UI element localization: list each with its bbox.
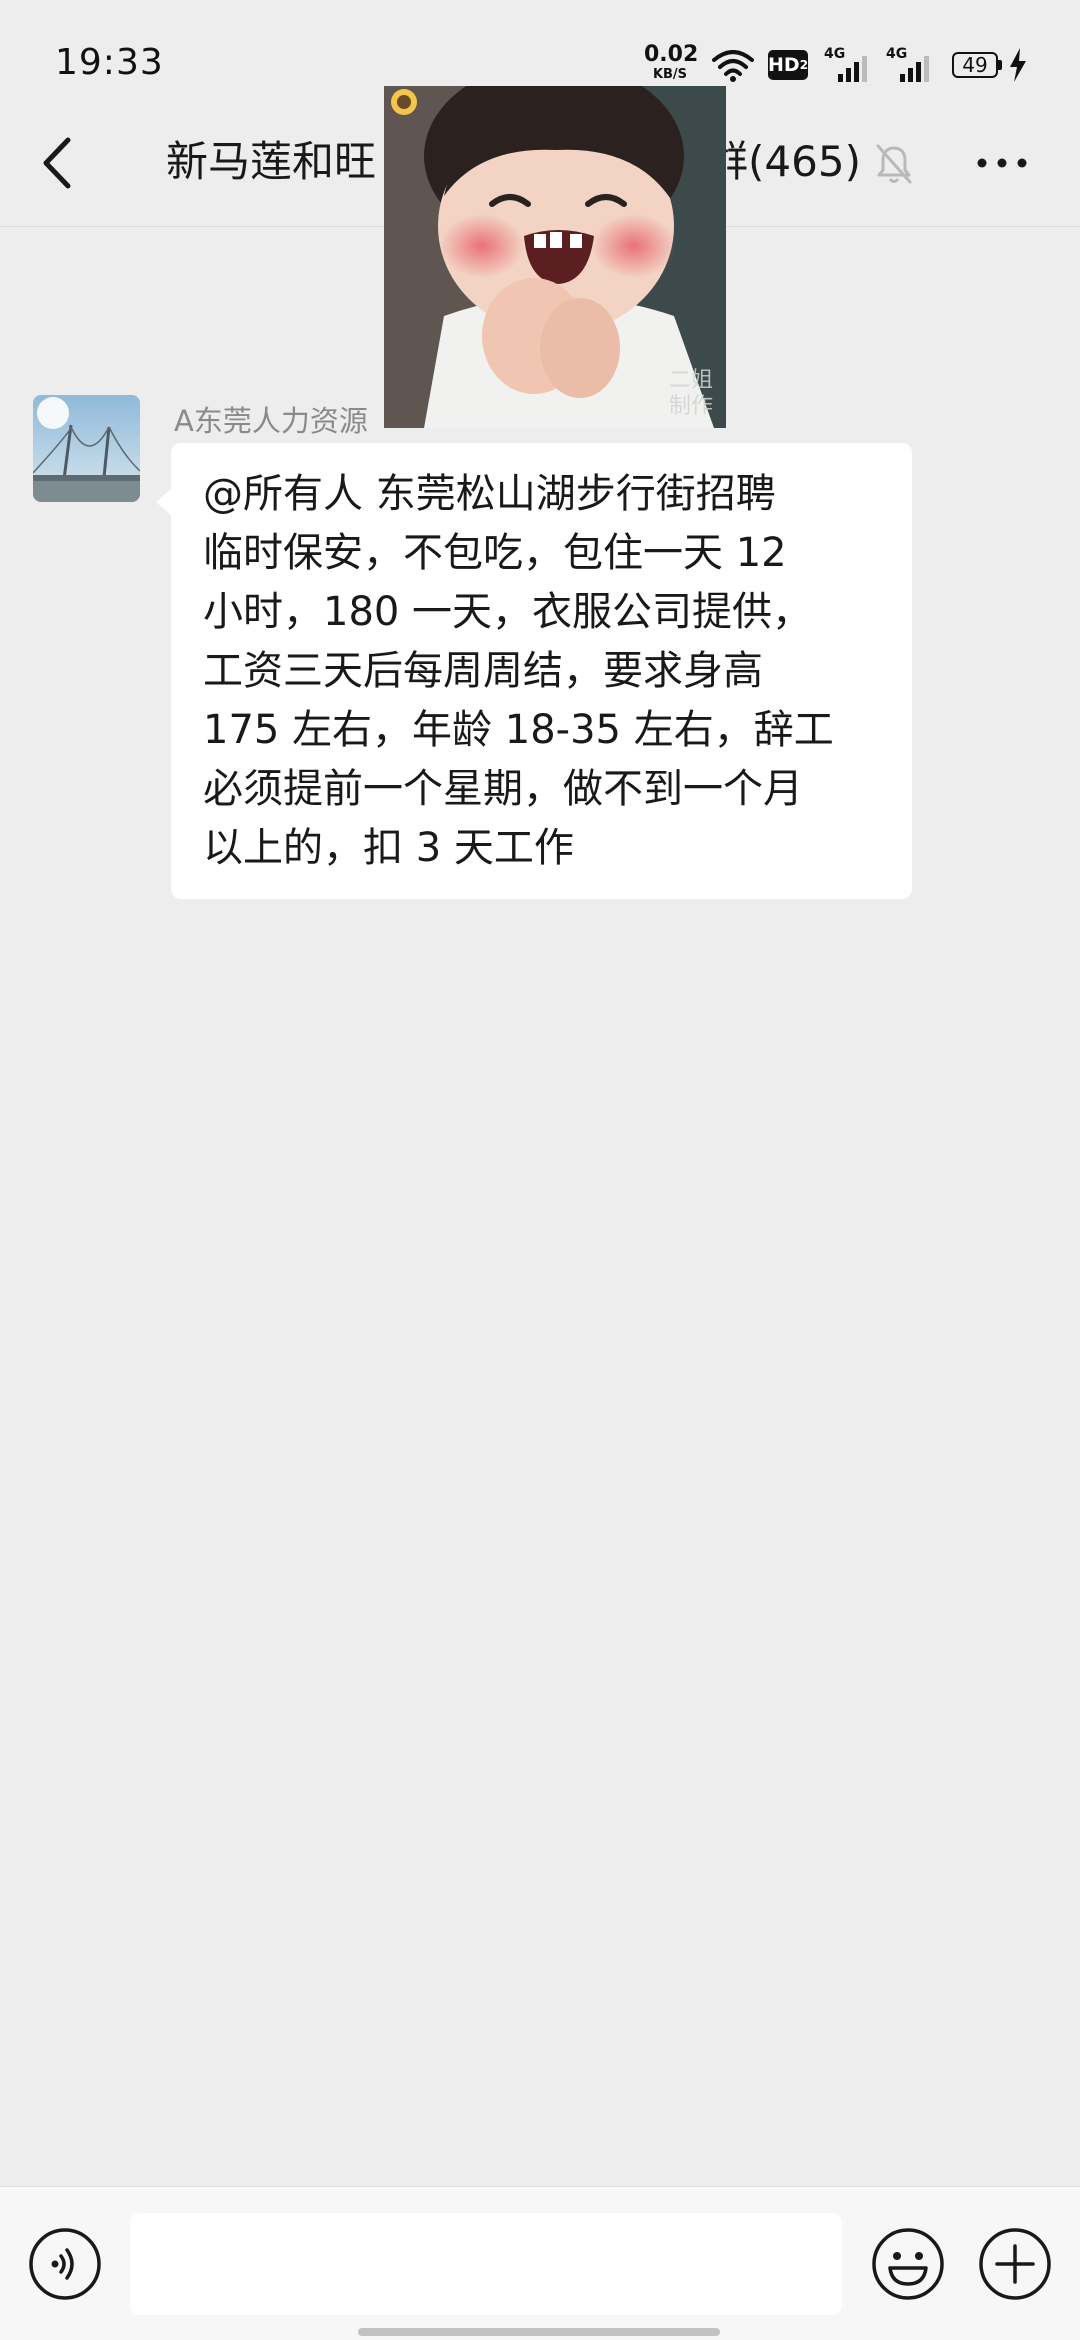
chat-title-member-count: 群(465) (706, 137, 861, 186)
chat-title-text: 新马莲和旺 (166, 137, 377, 186)
message-text: @所有人 东莞松山湖步行街招聘 临时保安，不包吃，包住一天 12 小时，180 … (203, 471, 834, 871)
status-time: 19:33 (55, 42, 164, 83)
home-indicator[interactable] (358, 2328, 720, 2336)
charging-icon (1010, 48, 1026, 82)
mute-bell-icon (876, 144, 912, 184)
message-input[interactable] (130, 2213, 842, 2315)
network-speed: 0.02 KB/S (644, 42, 699, 82)
emoji-icon[interactable] (870, 2226, 946, 2302)
network-speed-unit: KB/S (652, 67, 688, 82)
network-speed-value: 0.02 (644, 42, 699, 67)
wifi-icon (712, 50, 754, 82)
sticker-caption: 二姐制作 (668, 368, 713, 419)
avatar-bridge-image (33, 395, 140, 502)
input-bar (0, 2186, 1080, 2340)
plus-icon[interactable] (977, 2226, 1053, 2302)
message-bubble[interactable]: @所有人 东莞松山湖步行街招聘 临时保安，不包吃，包住一天 12 小时，180 … (171, 443, 912, 899)
battery-icon: 49 (952, 52, 1004, 78)
bubble-tail (156, 488, 172, 516)
more-icon[interactable] (972, 140, 1032, 186)
sticker-image[interactable]: 二姐制作 (384, 86, 726, 428)
hd-sub: 2 (799, 58, 809, 72)
signal-icon-2: 4G (886, 46, 934, 82)
chat-screen: 19:33 0.02 KB/S HD2 4G 4G 49 新马莲和旺 群(465… (0, 0, 1080, 2340)
back-icon[interactable] (30, 128, 90, 198)
signal-icon-1: 4G (824, 46, 872, 82)
hd-voice-icon: HD2 (768, 50, 808, 80)
battery-level: 49 (962, 53, 988, 77)
voice-icon[interactable] (27, 2226, 103, 2302)
sender-avatar[interactable] (33, 395, 140, 502)
sender-name: A东莞人力资源 (174, 404, 368, 438)
hd-label: HD (768, 54, 800, 76)
